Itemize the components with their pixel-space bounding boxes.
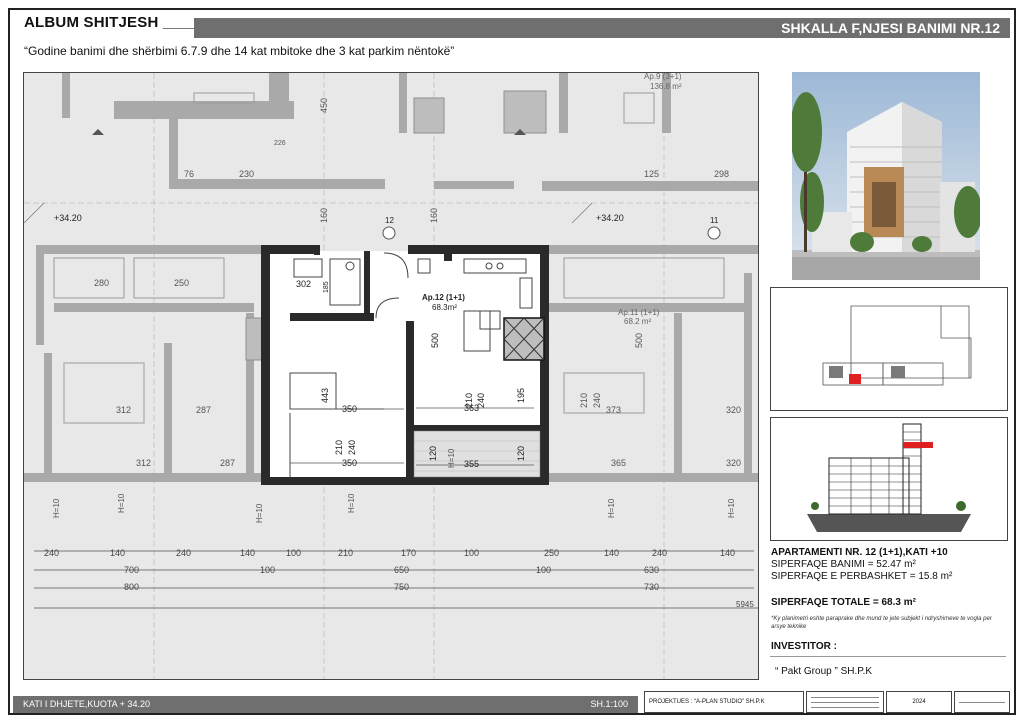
dim-185: 185 [323,281,330,293]
h-mark: H=10 [727,498,736,518]
dim-row1-item: 140 [110,548,125,558]
disclaimer-note: *Ky planimetri eshte paraprake dhe mund … [771,616,992,630]
dim-210-a: 210 [334,440,344,455]
dim-row1-item: 240 [652,548,667,558]
h-mark: H=10 [347,493,356,513]
dim-row2-item: 100 [260,565,275,575]
dim-160-a: 160 [319,208,329,223]
sheet-title: SHKALLA F,NJESI BANIMI NR.12 [781,20,1000,36]
dim-160-b: 160 [429,208,439,223]
apartment-highlight [849,374,861,384]
investor-label: INVESTITOR : [771,641,837,652]
dim-120-b: 120 [516,446,526,461]
dim-row2-item: 650 [394,565,409,575]
footer-bar: KATI I DHJETE,KUOTA + 34.20 SH.1:100 [13,696,638,713]
h-mark: H=10 [607,498,616,518]
dim-298: 298 [714,169,729,179]
building-render [792,72,980,280]
top-unit-name: Ap.9 (3+1) [644,73,682,81]
album-title: ALBUM SHITJESH ____ [24,14,198,31]
h-mark: H=10 [255,503,264,523]
dim-280: 280 [94,278,109,288]
dim-250: 250 [174,278,189,288]
title-block-end [954,691,1010,713]
dim-row1-item: 210 [338,548,353,558]
dim-row1-item: 240 [44,548,59,558]
apartment-title: APARTAMENTI NR. 12 (1+1),KATI +10 [771,547,948,558]
main-unit-area: 68.3m² [432,303,457,312]
living-area: SIPERFAQE BANIMI = 52.47 m² [771,559,916,570]
left-unit-name: Ap.11 (1+1) [618,308,660,317]
dim-240-a: 240 [347,440,357,455]
floor-plan: +34.20 +34.20 12 11 Ap.12 (1+1) 68.3m² A… [23,72,759,680]
main-unit-name: Ap.12 (1+1) [422,293,465,302]
dim-450: 450 [319,98,329,113]
dim-row1-item: 140 [604,548,619,558]
dim-320-a: 320 [726,405,741,415]
title-block-middle [806,691,884,713]
axis-mark-12: 12 [385,216,394,225]
floor-level-label: KATI I DHJETE,KUOTA + 34.20 [23,699,150,709]
common-area: SIPERFAQE E PERBASHKET = 15.8 m² [771,571,953,582]
dim-312-a: 312 [116,405,131,415]
dim-350-a: 350 [342,404,357,414]
dim-500: 500 [430,333,440,348]
h-mark: H=10 [117,493,126,513]
investor-divider [770,656,1006,657]
level-mark-left: +34.20 [54,213,82,223]
total-area: SIPERFAQE TOTALE = 68.3 m² [771,597,916,608]
dim-350-b: 350 [342,458,357,468]
scale-label: SH.1:100 [590,699,628,709]
designer-box: PROJEKTUES : “A-PLAN STUDIO” SH.P.K [644,691,804,713]
dim-365: 365 [611,458,626,468]
year-box: 2024 [886,691,952,713]
dim-287-a: 287 [196,405,211,415]
level-mark-right: +34.20 [596,213,624,223]
dim-226: 226 [274,140,286,147]
total-dimension: 5945 [736,600,754,609]
dim-355: 355 [464,459,479,469]
dim-row1-item: 100 [286,548,301,558]
dim-row1-item: 140 [240,548,255,558]
dim-row1-item: 140 [720,548,735,558]
dim-320-b: 320 [726,458,741,468]
dim-row2-item: 100 [536,565,551,575]
dim-row1-item: 170 [401,548,416,558]
top-unit-area: 136.8 m² [650,82,682,91]
dim-373: 373 [606,405,621,415]
dim-row1-item: 240 [176,548,191,558]
key-plan [770,287,1008,411]
dim-230: 230 [239,169,254,179]
axis-mark-11: 11 [710,216,719,225]
h-mark: H=10 [447,448,456,468]
dim-row3-item: 730 [644,582,659,592]
dim-row1-item: 100 [464,548,479,558]
dim-row1-item: 250 [544,548,559,558]
h-mark: H=10 [52,498,61,518]
dim-120-a: 120 [428,446,438,461]
dim-312-b: 312 [136,458,151,468]
dim-302: 302 [296,279,311,289]
header-bar: SHKALLA F,NJESI BANIMI NR.12 [194,18,1010,38]
project-subtitle: “Godine banimi dhe shërbimi 6.7.9 dhe 14… [24,44,455,58]
dim-row2-item: 700 [124,565,139,575]
dim-210-c: 210 [579,393,589,408]
floor-highlight [903,442,933,448]
dim-row3-item: 750 [394,582,409,592]
dim-row2-item: 630 [644,565,659,575]
dim-287-b: 287 [220,458,235,468]
dim-500-b: 500 [634,333,644,348]
dim-363: 363 [464,403,479,413]
dim-195: 195 [516,388,526,403]
dim-240-c: 240 [592,393,602,408]
dim-125: 125 [644,169,659,179]
investor-name: “ Pakt Group ” SH.P.K [775,666,873,677]
dim-443: 443 [320,388,330,403]
building-section [770,417,1008,541]
dim-row3-item: 800 [124,582,139,592]
left-unit-area: 68.2 m² [624,317,651,326]
dim-76: 76 [184,169,194,179]
